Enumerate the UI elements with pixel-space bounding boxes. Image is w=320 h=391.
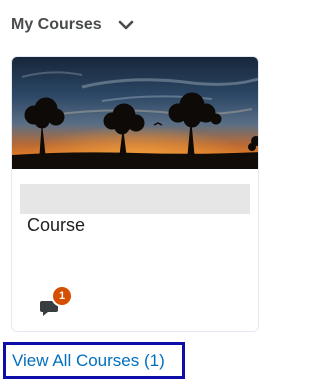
course-notification[interactable]: 1 xyxy=(39,285,73,319)
notification-badge: 1 xyxy=(51,285,73,307)
my-courses-widget: My Courses Course 1 View All Courses (1) xyxy=(0,0,272,391)
chevron-down-icon xyxy=(118,20,134,30)
course-image xyxy=(12,57,258,169)
widget-header: My Courses xyxy=(11,12,136,38)
course-name[interactable]: Course xyxy=(27,215,85,236)
course-card[interactable]: Course 1 xyxy=(11,56,259,332)
view-all-courses-link[interactable]: View All Courses (1) xyxy=(3,342,185,379)
collapse-button[interactable] xyxy=(116,15,136,35)
course-code-placeholder xyxy=(20,184,250,214)
widget-title: My Courses xyxy=(11,16,102,33)
